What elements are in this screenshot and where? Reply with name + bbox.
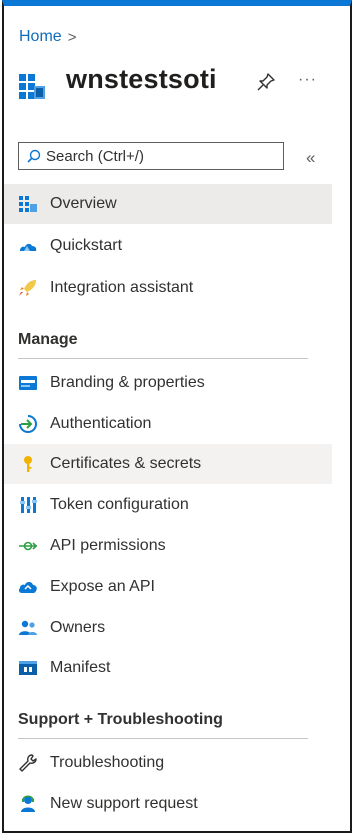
quickstart-icon [20, 243, 37, 251]
search-input[interactable] [46, 147, 266, 165]
app-registration-icon [19, 74, 45, 99]
nav-item-branding[interactable]: Branding & properties [4, 363, 332, 403]
nav-item-label: Integration assistant [50, 279, 194, 296]
search-icon [27, 149, 41, 163]
more-options-icon[interactable]: ··· [298, 71, 317, 89]
nav-item-label: API permissions [50, 537, 166, 554]
nav-item-token-configuration[interactable]: Token configuration [4, 485, 332, 525]
authentication-icon [19, 415, 37, 433]
breadcrumb: Home > [19, 28, 76, 46]
nav-item-owners[interactable]: Owners [4, 608, 332, 648]
pin-icon[interactable] [256, 72, 276, 92]
nav-item-label: Certificates & secrets [50, 455, 202, 472]
branding-icon [19, 376, 37, 390]
nav-item-label: Manifest [50, 659, 111, 676]
nav-item-label: Authentication [50, 415, 152, 432]
nav-item-label: Token configuration [50, 496, 189, 513]
nav-item-label: Owners [50, 619, 106, 636]
section-heading-support: Support + Troubleshooting [18, 711, 223, 728]
nav-item-integration-assistant[interactable]: Integration assistant [4, 268, 332, 308]
nav-item-label: Overview [50, 195, 117, 212]
breadcrumb-separator: > [67, 28, 77, 46]
cloud-icon [18, 582, 37, 593]
section-divider [18, 738, 308, 739]
nav-item-expose-api[interactable]: Expose an API [4, 567, 332, 607]
nav-item-troubleshooting[interactable]: Troubleshooting [4, 743, 332, 783]
manifest-icon [19, 661, 37, 675]
nav-item-new-support-request[interactable]: New support request [4, 784, 332, 824]
breadcrumb-home-link[interactable]: Home [19, 28, 62, 46]
rocket-icon [19, 280, 36, 296]
collapse-menu-icon[interactable]: « [306, 149, 315, 166]
nav-item-label: Expose an API [50, 578, 155, 595]
overview-icon [19, 196, 37, 212]
nav-item-label: Branding & properties [50, 374, 205, 391]
nav-item-label: Quickstart [50, 237, 123, 254]
nav-item-overview[interactable]: Overview [4, 184, 332, 224]
blade-panel: Home > wnstestsoti ··· « Overview [2, 0, 352, 833]
nav-item-manifest[interactable]: Manifest [4, 648, 332, 688]
nav-item-authentication[interactable]: Authentication [4, 404, 332, 444]
nav-item-api-permissions[interactable]: API permissions [4, 526, 332, 566]
nav-item-certificates-secrets[interactable]: Certificates & secrets [4, 444, 332, 484]
api-permissions-icon [19, 541, 38, 551]
nav-item-label: New support request [50, 795, 198, 812]
key-icon [24, 456, 32, 472]
nav-item-label: Troubleshooting [50, 754, 165, 771]
search-box[interactable] [18, 142, 284, 170]
wrench-icon [19, 754, 37, 772]
token-icon [20, 497, 37, 513]
section-divider [18, 358, 308, 359]
page-title: wnstestsoti [66, 64, 217, 94]
owners-icon [19, 620, 37, 635]
nav-item-quickstart[interactable]: Quickstart [4, 226, 332, 266]
section-heading-manage: Manage [18, 331, 78, 348]
support-person-icon [21, 795, 35, 812]
